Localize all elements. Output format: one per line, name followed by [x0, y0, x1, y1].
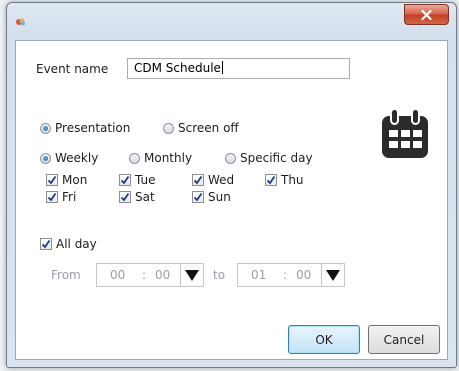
close-x-icon — [421, 9, 432, 20]
checkbox-mon-box — [46, 174, 58, 186]
radio-specific-day[interactable]: Specific day — [225, 151, 313, 165]
checkmark-icon — [120, 192, 130, 202]
checkbox-sun[interactable]: Sun — [192, 190, 231, 204]
checkbox-mon[interactable]: Mon — [46, 173, 87, 187]
radio-weekly-label: Weekly — [55, 151, 99, 165]
checkmark-icon — [47, 175, 57, 185]
event-name-label: Event name — [36, 62, 109, 76]
radio-monthly-dot — [129, 152, 140, 164]
schedule-dialog: Event name CDM Schedule Presentation Scr… — [6, 2, 457, 368]
triangle-down-icon — [326, 270, 340, 281]
radio-weekly-dot — [40, 152, 51, 164]
cancel-button[interactable]: Cancel — [368, 325, 440, 354]
app-icon — [16, 18, 25, 26]
checkbox-fri-label: Fri — [62, 190, 77, 204]
checkbox-mon-label: Mon — [62, 173, 88, 187]
checkbox-all-day[interactable]: All day — [40, 237, 97, 251]
checkbox-tue-box — [119, 174, 131, 186]
checkmark-icon — [41, 239, 51, 249]
to-hour[interactable]: 01 — [251, 268, 266, 282]
calendar-icon — [382, 108, 428, 158]
checkmark-icon — [266, 175, 276, 185]
radio-screen-off[interactable]: Screen off — [163, 121, 239, 135]
checkbox-sat-label: Sat — [135, 190, 155, 204]
checkbox-all-day-box — [40, 238, 52, 250]
to-label: to — [213, 268, 226, 282]
radio-screen-off-label: Screen off — [178, 121, 239, 135]
from-label: From — [51, 268, 81, 282]
radio-screen-off-dot — [163, 122, 174, 134]
radio-presentation-dot — [40, 122, 51, 134]
checkbox-tue-label: Tue — [135, 173, 156, 187]
checkbox-wed-box — [192, 174, 204, 186]
checkmark-icon — [193, 175, 203, 185]
from-time-picker[interactable]: 00 : 00 — [96, 263, 204, 287]
title-bar[interactable] — [7, 3, 456, 37]
checkbox-thu[interactable]: Thu — [265, 173, 304, 187]
triangle-down-icon — [185, 270, 199, 281]
from-dropdown-button[interactable] — [180, 264, 203, 286]
ok-button[interactable]: OK — [288, 325, 360, 354]
checkmark-icon — [47, 192, 57, 202]
checkbox-sat-box — [119, 191, 131, 203]
radio-specific-day-dot — [225, 152, 236, 164]
checkbox-tue[interactable]: Tue — [119, 173, 156, 187]
dialog-body: Event name CDM Schedule Presentation Scr… — [15, 40, 448, 360]
from-minute[interactable]: 00 — [155, 268, 170, 282]
radio-presentation-label: Presentation — [55, 121, 131, 135]
to-dropdown-button[interactable] — [321, 264, 344, 286]
checkbox-wed-label: Wed — [208, 173, 235, 187]
to-separator: : — [283, 268, 288, 282]
checkbox-fri[interactable]: Fri — [46, 190, 76, 204]
checkbox-fri-box — [46, 191, 58, 203]
to-time-picker[interactable]: 01 : 00 — [237, 263, 345, 287]
checkmark-icon — [193, 192, 203, 202]
from-hour[interactable]: 00 — [110, 268, 125, 282]
event-name-input[interactable]: CDM Schedule — [127, 58, 350, 79]
from-separator: : — [142, 268, 147, 282]
checkbox-sun-label: Sun — [208, 190, 231, 204]
close-button[interactable] — [404, 4, 449, 25]
radio-monthly-label: Monthly — [144, 151, 193, 165]
checkbox-thu-label: Thu — [281, 173, 304, 187]
radio-specific-day-label: Specific day — [240, 151, 313, 165]
radio-monthly[interactable]: Monthly — [129, 151, 192, 165]
checkbox-all-day-label: All day — [56, 237, 97, 251]
checkbox-thu-box — [265, 174, 277, 186]
event-name-value: CDM Schedule — [134, 61, 221, 75]
checkbox-sun-box — [192, 191, 204, 203]
radio-weekly[interactable]: Weekly — [40, 151, 98, 165]
checkbox-sat[interactable]: Sat — [119, 190, 155, 204]
checkbox-wed[interactable]: Wed — [192, 173, 234, 187]
checkmark-icon — [120, 175, 130, 185]
radio-presentation[interactable]: Presentation — [40, 121, 130, 135]
to-minute[interactable]: 00 — [296, 268, 311, 282]
